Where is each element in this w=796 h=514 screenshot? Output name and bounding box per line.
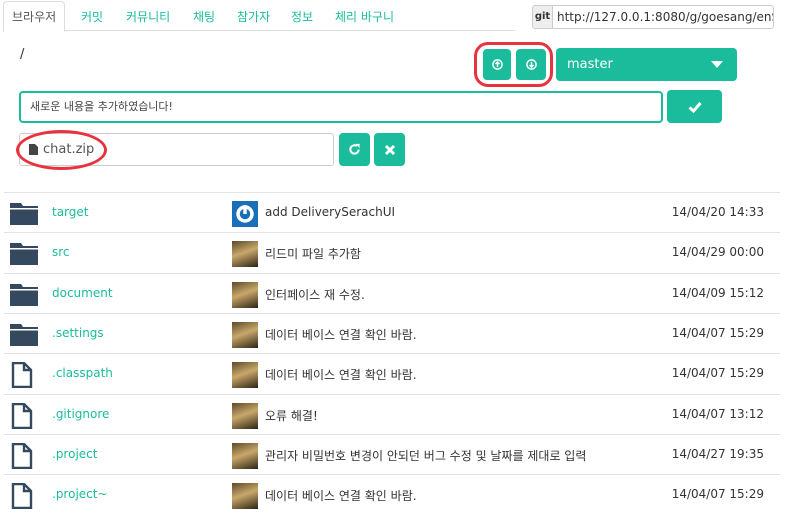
file-name-link[interactable]: .gitignore [52, 407, 109, 421]
file-icon [11, 442, 33, 469]
folder-icon [10, 283, 38, 306]
tab-members[interactable]: 참가자 [229, 5, 278, 31]
file-type-icon [10, 402, 34, 432]
commit-date: 14/04/20 14:33 [671, 205, 764, 219]
commit-date: 14/04/07 15:29 [671, 325, 764, 340]
refresh-icon [349, 143, 360, 155]
table-row: .gitignore 오류 해결! 14/04/07 13:12 [4, 393, 780, 434]
commit-button[interactable] [667, 90, 722, 123]
file-name-link[interactable]: .classpath [52, 366, 113, 380]
tab-cherry-basket[interactable]: 체리 바구니 [327, 5, 402, 31]
commit-date: 14/04/07 15:29 [671, 487, 764, 502]
folder-icon [10, 323, 38, 346]
file-name-link[interactable]: .settings [52, 326, 104, 340]
avatar [232, 241, 258, 268]
commit-date: 14/04/27 19:35 [671, 446, 764, 461]
folder-type-icon [10, 241, 38, 268]
tab-chat[interactable]: 채팅 [185, 5, 223, 31]
file-type-icon [10, 442, 34, 472]
file-icon [11, 402, 33, 429]
commit-message-link[interactable]: 관리자 비밀번호 변경이 안되던 버그 수정 및 날짜를 제대로 입력 [265, 447, 586, 464]
folder-icon [10, 203, 38, 225]
avatar [232, 201, 258, 227]
commit-date: 14/04/09 15:12 [671, 285, 764, 300]
file-icon [11, 361, 33, 389]
table-row: target add DeliverySerachUI 14/04/20 14:… [4, 192, 780, 232]
git-label: git [533, 6, 553, 28]
file-name-link[interactable]: document [52, 286, 113, 300]
avatar [232, 483, 258, 510]
folder-icon [10, 243, 38, 266]
file-type-icon [10, 361, 34, 391]
table-row: document 인터페이스 재 수정. 14/04/09 15:12 [4, 272, 780, 313]
folder-type-icon [10, 282, 38, 309]
tab-browser[interactable]: 브라우저 [3, 1, 66, 32]
close-icon [384, 144, 395, 155]
file-name-link[interactable]: target [52, 205, 89, 219]
avatar [232, 281, 258, 308]
tab-info[interactable]: 정보 [283, 5, 321, 31]
arrow-down-circle-icon [525, 59, 537, 70]
avatar [232, 362, 258, 389]
folder-type-icon [10, 201, 38, 228]
arrow-up-circle-icon [491, 59, 503, 70]
commit-message-link[interactable]: 데이터 베이스 연결 확인 바람. [265, 326, 417, 343]
file-icon [11, 482, 33, 510]
branch-selected: master [567, 57, 613, 72]
table-row: .project 관리자 비밀번호 변경이 안되던 버그 수정 및 날짜를 제대… [4, 433, 780, 474]
tab-bar: 브라우저 커밋 커뮤니티 채팅 참가자 정보 체리 바구니 [3, 0, 515, 32]
table-row: .project~ 데이터 베이스 연결 확인 바람. 14/04/07 15:… [4, 474, 780, 514]
table-row: .classpath 데이터 베이스 연결 확인 바람. 14/04/07 15… [4, 353, 780, 393]
commit-date: 14/04/07 13:12 [671, 406, 764, 421]
avatar [232, 321, 258, 348]
commit-message-input[interactable]: 새로운 내용을 추가하였습니다! [19, 91, 663, 123]
tab-commits[interactable]: 커밋 [73, 5, 111, 31]
caret-down-icon [711, 61, 723, 68]
avatar [232, 442, 258, 469]
commit-message-link[interactable]: 데이터 베이스 연결 확인 바람. [265, 366, 417, 383]
file-name-link[interactable]: .project~ [52, 487, 108, 501]
tab-community[interactable]: 커뮤니티 [118, 5, 178, 31]
commit-message-link[interactable]: add DeliverySerachUI [265, 205, 395, 219]
current-path: / [20, 47, 25, 62]
git-url-field[interactable]: git http://127.0.0.1:8080/g/goesang/enSy… [532, 5, 774, 29]
commit-message-link[interactable]: 리드미 파일 추가함 [265, 245, 361, 262]
avatar [232, 402, 258, 429]
check-icon [688, 101, 702, 113]
branch-select[interactable]: master [556, 48, 737, 81]
remove-file-button[interactable] [374, 133, 405, 166]
commit-message-link[interactable]: 오류 해결! [265, 407, 318, 424]
highlight-annotation [16, 130, 107, 170]
table-row: .settings 데이터 베이스 연결 확인 바람. 14/04/07 15:… [4, 312, 780, 353]
pull-button[interactable] [516, 49, 546, 80]
table-row: src 리드미 파일 추가함 14/04/29 00:00 [4, 232, 780, 272]
file-name-link[interactable]: .project [52, 447, 97, 461]
folder-type-icon [10, 322, 38, 349]
file-name-link[interactable]: src [52, 245, 70, 259]
commit-message-link[interactable]: 데이터 베이스 연결 확인 바람. [265, 487, 417, 504]
git-url-input[interactable]: http://127.0.0.1:8080/g/goesang/enSyst [553, 6, 773, 28]
file-type-icon [10, 482, 34, 512]
commit-date: 14/04/07 15:29 [671, 366, 764, 381]
commit-message-link[interactable]: 인터페이스 재 수정. [265, 286, 365, 303]
push-button[interactable] [483, 49, 511, 80]
refresh-button[interactable] [339, 133, 370, 166]
commit-date: 14/04/29 00:00 [671, 245, 764, 260]
